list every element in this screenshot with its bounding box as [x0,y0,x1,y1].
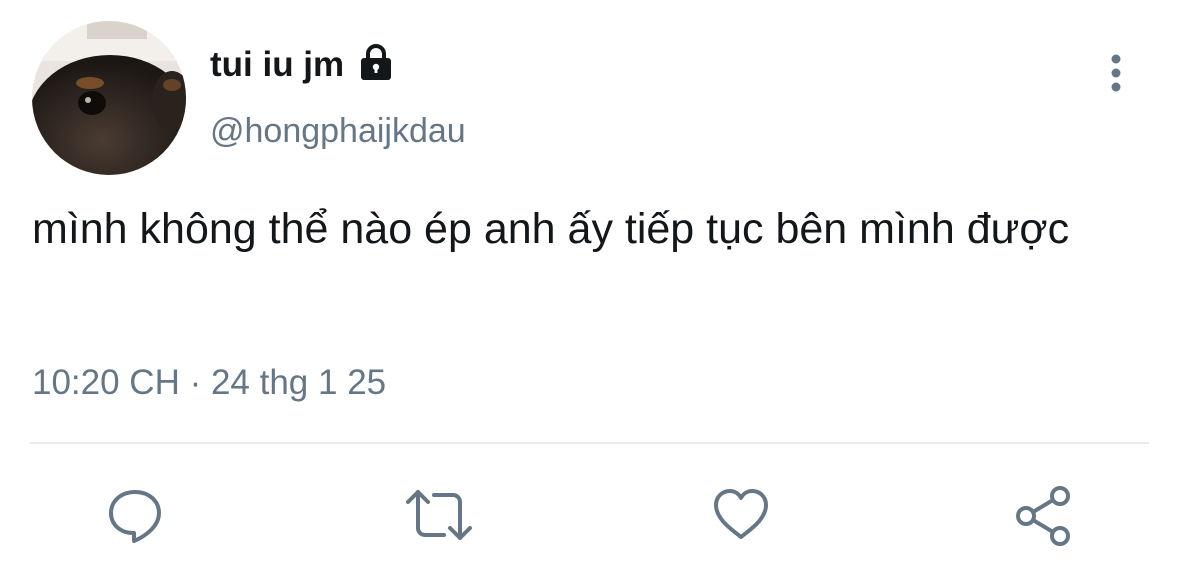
display-name-row[interactable]: tui iu jm [210,44,396,86]
like-button[interactable] [706,480,776,550]
reply-icon [109,490,161,543]
tweet-text: mình không thể nào ép anh ấy tiếp tục bê… [32,205,1070,253]
heart-icon [714,489,768,539]
more-vertical-icon[interactable] [1100,52,1132,94]
tweet-timestamp[interactable]: 10:20 CH · 24 thg 1 25 [32,360,386,406]
user-handle[interactable]: @hongphaijkdau [210,110,466,152]
share-icon [1016,486,1070,546]
retweet-icon [406,490,472,540]
reply-button[interactable] [100,480,170,550]
lock-icon [356,42,396,82]
share-button[interactable] [1008,480,1078,550]
retweet-button[interactable] [404,480,474,550]
display-name[interactable]: tui iu jm [210,44,344,86]
action-bar [0,480,1179,550]
avatar[interactable] [32,21,186,175]
divider [30,442,1149,444]
tweet-card: tui iu jm @hongphaijkdau mình không thể … [0,0,1179,588]
